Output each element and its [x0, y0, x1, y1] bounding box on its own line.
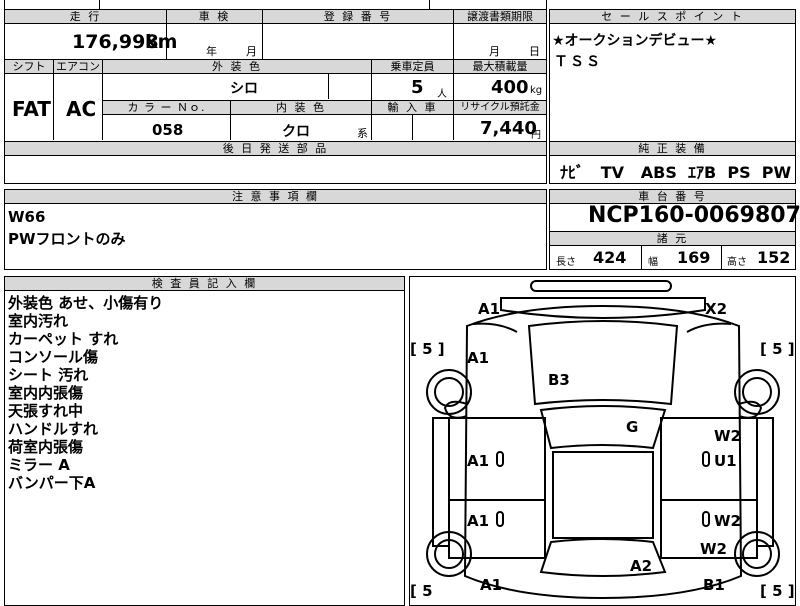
interior-color-suffix: 系: [357, 127, 368, 140]
mark-door-right-rear: W2: [714, 512, 741, 530]
mark-front-left: A1: [478, 300, 501, 318]
equipment-item: ABS: [640, 163, 677, 182]
chassis-header: 車 台 番 号: [549, 189, 796, 204]
registration-header: 登 録 番 号: [262, 9, 454, 24]
exterior-color-value: シロ: [230, 81, 258, 97]
transfer-month: 月: [489, 45, 500, 58]
vehicle-info-sheet: [4, 0, 547, 184]
sales-point-line-1: ★オークションデビュー★: [552, 33, 718, 49]
inspector-line: ハンドルすれ: [8, 420, 99, 438]
mark-rear-right: B1: [703, 576, 725, 594]
inspector-line: コンソール傷: [8, 348, 99, 366]
width-value: 169: [677, 248, 711, 267]
color-no-header: カ ラ ー Ｎｏ.: [102, 100, 231, 115]
mark-quarter-right: W2: [700, 540, 727, 558]
max-load-header: 最大積載量: [453, 59, 547, 74]
equipment-header: 純 正 装 備: [549, 141, 796, 156]
inspection-month: 月: [246, 45, 257, 58]
parts-header: 後 日 発 送 部 品: [4, 141, 547, 156]
equipment-item: TV: [600, 163, 625, 182]
tire-front-left: [ 5 ]: [410, 340, 445, 358]
mark-door-right-front-a: W2: [714, 427, 741, 445]
sales-point-header: セ ー ル ス ポ イ ン ト: [549, 9, 796, 24]
specs-header: 諸 元: [549, 231, 796, 246]
tire-rear-right: [ 5 ]: [760, 582, 795, 600]
inspection-header: 車 検: [166, 9, 263, 24]
mark-door-right-front-b: U1: [714, 452, 737, 470]
inspection-year: 年: [206, 45, 217, 58]
equipment-item: PW: [761, 163, 792, 182]
equipment-item: PS: [727, 163, 751, 182]
mark-door-left-rear: A1: [467, 512, 490, 530]
sales-point-line-2: ＴＳＳ: [554, 54, 602, 70]
mark-roof: G: [626, 418, 639, 436]
equipment-list: ﾅﾋﾞ TV ABS ｴｱB PS PW: [560, 159, 791, 183]
recycle-unit: 円: [531, 130, 541, 141]
inspector-notes: 外装色 あせ、小傷有り 室内汚れ カーペット すれ コンソール傷 シート 汚れ …: [8, 294, 163, 492]
inspector-line: シート 汚れ: [8, 366, 89, 384]
inspector-line: 外装色 あせ、小傷有り: [8, 294, 164, 312]
interior-color-value: クロ: [282, 124, 310, 140]
max-load-value: 400: [491, 77, 529, 98]
width-label: 幅: [648, 257, 658, 268]
mark-fender-left-front: A1: [467, 349, 490, 367]
height-label: 高さ: [727, 257, 747, 268]
import-header: 輸 入 車: [371, 100, 454, 115]
chassis-number: NCP160-0069807: [588, 203, 800, 228]
tire-rear-left: [ 5: [410, 582, 433, 600]
interior-color-header: 内 装 色: [230, 100, 372, 115]
shift-header: シフト: [4, 59, 54, 74]
mark-hood: B3: [548, 371, 570, 389]
inspector-line: カーペット すれ: [8, 330, 119, 348]
max-load-unit: kg: [530, 85, 543, 96]
mark-front-right: X2: [705, 300, 728, 318]
inspector-header: 検 査 員 記 入 欄: [4, 276, 405, 291]
mileage-unit: km: [145, 31, 178, 53]
capacity-header: 乗車定員: [371, 59, 454, 74]
exterior-color-header: 外 装 色: [102, 59, 372, 74]
height-value: 152: [757, 248, 791, 267]
transfer-deadline-header: 譲渡書類期限: [453, 9, 547, 24]
inspector-line: バンパー下A: [8, 474, 96, 492]
inspector-line: 天張すれ中: [8, 402, 84, 420]
capacity-value: 5: [411, 77, 424, 98]
shift-value: FAT: [12, 97, 51, 121]
length-label: 長さ: [556, 257, 576, 268]
tire-front-right: [ 5 ]: [760, 340, 795, 358]
recycle-header: リサイクル預託金: [453, 100, 547, 115]
transfer-day: 日: [529, 45, 540, 58]
color-no-value: 058: [152, 121, 184, 139]
mark-trunk: A2: [630, 557, 653, 575]
mark-rear-left: A1: [480, 576, 503, 594]
mark-door-left-front: A1: [467, 452, 490, 470]
inspector-line: 室内汚れ: [8, 312, 69, 330]
length-value: 424: [593, 248, 627, 267]
inspector-line: ミラー A: [8, 456, 70, 474]
notes-line-2: PWフロントのみ: [8, 230, 126, 248]
equipment-item: ｴｱB: [688, 163, 717, 182]
recycle-value: 7,440: [480, 118, 537, 139]
inspector-line: 荷室内張傷: [8, 438, 84, 456]
notes-header: 注 意 事 項 欄: [4, 189, 547, 204]
equipment-item: ﾅﾋﾞ: [560, 163, 585, 182]
capacity-unit: 人: [437, 89, 447, 100]
notes-line-1: W66: [8, 208, 46, 226]
aircon-header: エアコン: [53, 59, 103, 74]
inspector-line: 室内内張傷: [8, 384, 84, 402]
mileage-header: 走 行: [4, 9, 167, 24]
aircon-value: AC: [66, 97, 97, 121]
